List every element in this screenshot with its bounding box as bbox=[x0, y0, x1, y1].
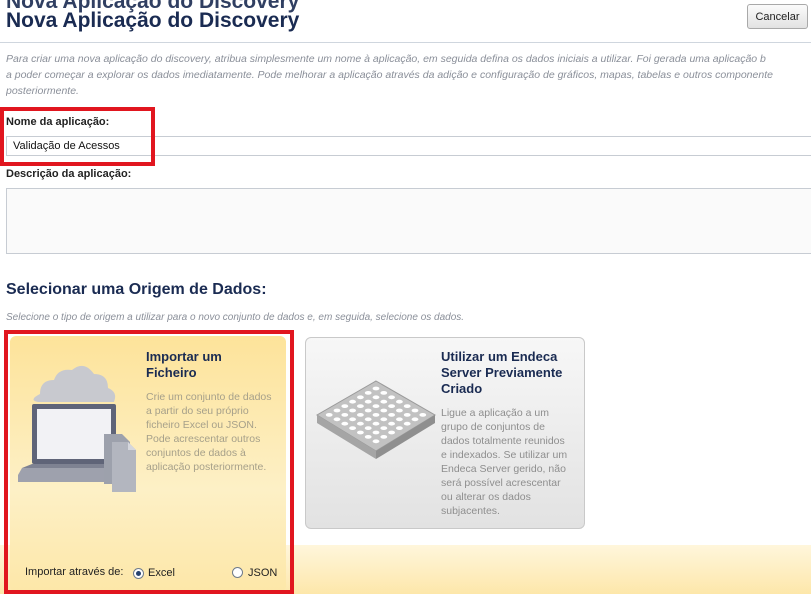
grid-cell bbox=[372, 386, 380, 391]
data-source-subtitle: Selecione o tipo de origem a utilizar pa… bbox=[6, 312, 465, 323]
intro-line: a poder começar a explorar os dados imed… bbox=[6, 69, 773, 81]
endeca-desc-line: grupo de conjuntos de bbox=[441, 421, 545, 433]
endeca-desc-line: e indexados. Se utilizar um bbox=[441, 449, 568, 461]
grid-cell bbox=[403, 421, 411, 426]
endeca-desc-line: será possível acrescentar bbox=[441, 477, 561, 489]
endeca-server-card[interactable]: Utilizar um Endeca Server Previamente Cr… bbox=[305, 337, 585, 529]
grid-cell bbox=[403, 413, 411, 417]
intro-line: posteriormente. bbox=[6, 85, 79, 97]
endeca-title-line: Criado bbox=[441, 381, 483, 396]
grid-cell bbox=[364, 435, 372, 439]
grid-cell bbox=[388, 395, 395, 400]
intro-line: Para criar uma nova aplicação do discove… bbox=[6, 53, 766, 65]
grid-cell bbox=[364, 391, 372, 395]
endeca-desc-line: subjacentes. bbox=[441, 505, 500, 517]
grid-cell bbox=[372, 421, 380, 426]
endeca-title-line: Server Previamente bbox=[441, 365, 563, 380]
grid-cell bbox=[372, 404, 380, 408]
endeca-desc-line: dados totalmente reunidos bbox=[441, 435, 565, 447]
endeca-card-description: Ligue a aplicação a um grupo de conjunto… bbox=[441, 406, 567, 518]
grid-cell bbox=[349, 408, 356, 413]
grid-cell bbox=[333, 417, 341, 422]
grid-cell bbox=[325, 413, 333, 417]
highlight-box-import bbox=[4, 330, 294, 594]
grid-cell bbox=[341, 413, 349, 417]
grid-cell bbox=[388, 430, 395, 435]
grid-cell bbox=[411, 417, 419, 422]
grid-cell bbox=[396, 399, 403, 404]
grid-cell bbox=[419, 413, 427, 417]
app-description-label: Descrição da aplicação: bbox=[6, 168, 132, 180]
grid-cell bbox=[380, 391, 388, 395]
highlight-box-name bbox=[0, 107, 155, 166]
app-description-textarea[interactable] bbox=[6, 188, 811, 254]
grid-cell bbox=[380, 399, 388, 404]
cancel-button[interactable]: Cancelar bbox=[747, 4, 808, 29]
grid-cell bbox=[396, 408, 403, 413]
grid-icon bbox=[316, 380, 436, 459]
grid-cell bbox=[403, 404, 411, 408]
grid-cell bbox=[341, 421, 349, 426]
grid-cell bbox=[341, 404, 349, 408]
grid-cell bbox=[380, 435, 388, 439]
grid-cell bbox=[364, 399, 372, 404]
endeca-title-line: Utilizar um Endeca bbox=[441, 349, 558, 364]
grid-cell bbox=[349, 426, 356, 430]
grid-cell bbox=[357, 421, 364, 426]
grid-cell bbox=[396, 417, 403, 422]
header-divider bbox=[0, 42, 811, 43]
endeca-desc-line: Ligue a aplicação a um bbox=[441, 407, 549, 419]
grid-cell bbox=[349, 417, 356, 422]
endeca-desc-line: ou alterar os dados bbox=[441, 491, 531, 503]
endeca-desc-line: Endeca Server gerido, não bbox=[441, 463, 566, 475]
intro-text: Para criar uma nova aplicação do discove… bbox=[6, 51, 811, 99]
grid-cell bbox=[364, 417, 372, 422]
grid-cell bbox=[357, 413, 364, 417]
grid-cell bbox=[364, 408, 372, 413]
page-title: Nova Aplicação do Discovery bbox=[6, 9, 300, 32]
grid-cell bbox=[388, 413, 395, 417]
grid-cell bbox=[372, 430, 380, 435]
grid-cell bbox=[380, 417, 388, 422]
endeca-card-title: Utilizar um Endeca Server Previamente Cr… bbox=[441, 349, 562, 397]
grid-cell bbox=[364, 426, 372, 430]
grid-cell bbox=[380, 426, 388, 430]
grid-cell bbox=[372, 439, 380, 444]
grid-cell bbox=[349, 399, 356, 404]
grid-cell bbox=[396, 426, 403, 430]
grid-cell bbox=[357, 404, 364, 408]
grid-cell bbox=[380, 408, 388, 413]
grid-cell bbox=[372, 395, 380, 400]
grid-cell bbox=[411, 408, 419, 413]
data-source-title: Selecionar uma Origem de Dados: bbox=[6, 281, 267, 298]
grid-cell bbox=[372, 413, 380, 417]
grid-cell bbox=[357, 395, 364, 400]
grid-cell bbox=[333, 408, 341, 413]
grid-cell bbox=[357, 430, 364, 435]
grid-cell bbox=[388, 404, 395, 408]
grid-cell bbox=[388, 421, 395, 426]
